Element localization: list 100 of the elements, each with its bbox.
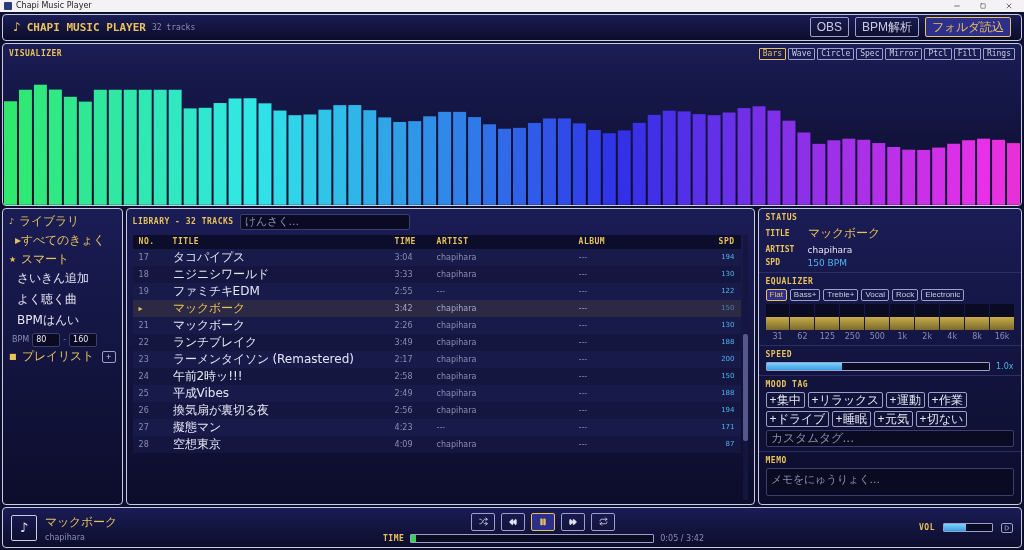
table-cell-text: 2:26 bbox=[394, 320, 414, 330]
bpm-min-field[interactable]: 80 bbox=[32, 332, 61, 347]
column-header: TITLE bbox=[172, 237, 201, 247]
add-playlist-button[interactable]: + bbox=[101, 350, 116, 363]
sidebar-item[interactable]: さいきん追加 bbox=[9, 269, 89, 288]
track-count: 32 tracks bbox=[151, 22, 197, 32]
table-cell-text: 26 bbox=[138, 405, 150, 415]
mood-tag-button[interactable]: +集中 bbox=[765, 391, 805, 408]
scrollbar[interactable] bbox=[742, 234, 748, 501]
mode-button[interactable]: Mirror bbox=[885, 47, 923, 60]
eq-band-slider[interactable] bbox=[815, 303, 840, 330]
sidebar-item[interactable]: ▸すべてのきょく bbox=[9, 231, 106, 250]
band-label: 4k bbox=[947, 331, 958, 341]
table-cell-text: 23 bbox=[138, 354, 150, 364]
table-cell-text: 平成Vibes bbox=[172, 384, 231, 402]
table-cell-text: 18 bbox=[138, 269, 150, 279]
next-button[interactable] bbox=[561, 512, 586, 531]
table-cell-text: マックボーク bbox=[172, 299, 246, 317]
previous-button[interactable] bbox=[501, 512, 526, 531]
sidebar-item[interactable]: BPMはんい bbox=[9, 311, 79, 330]
section-label: プレイリスト bbox=[21, 348, 95, 366]
window-title: Chapi Music Player bbox=[16, 1, 93, 11]
table-cell-text: 22 bbox=[138, 337, 150, 347]
eq-band-slider[interactable] bbox=[940, 303, 965, 330]
section-title: EQUALIZER bbox=[765, 276, 815, 286]
play-icon bbox=[1004, 524, 1010, 531]
eq-band-slider[interactable] bbox=[915, 303, 940, 330]
preset-button[interactable]: Rock bbox=[891, 288, 919, 301]
preset-button[interactable]: Treble+ bbox=[823, 288, 859, 301]
mode-button[interactable]: Ptcl bbox=[924, 47, 952, 60]
mood-tag-button[interactable]: +リラックス bbox=[807, 391, 883, 408]
repeat-icon bbox=[599, 517, 608, 527]
range-separator: - bbox=[63, 335, 67, 345]
volume-slider[interactable] bbox=[943, 523, 993, 533]
pause-button[interactable] bbox=[531, 512, 556, 531]
section-title: SPEED bbox=[765, 349, 794, 359]
eq-band-slider[interactable] bbox=[790, 303, 815, 330]
mode-button[interactable]: Bars bbox=[758, 47, 787, 60]
preset-button[interactable]: Bass+ bbox=[789, 288, 821, 301]
eq-band-slider[interactable] bbox=[890, 303, 915, 330]
mood-tag-button[interactable]: +運動 bbox=[885, 391, 925, 408]
column-header: NO. bbox=[138, 237, 156, 247]
mode-button[interactable]: Circle bbox=[817, 47, 855, 60]
header-button[interactable]: フォルダ読込 bbox=[925, 17, 1011, 38]
eq-band-slider[interactable] bbox=[865, 303, 890, 330]
table-cell-text: --- bbox=[578, 269, 589, 279]
table-cell-text: ニジニシワールド bbox=[172, 265, 270, 283]
table-cell-text: --- bbox=[578, 422, 589, 432]
table-cell-text: 3:49 bbox=[394, 337, 414, 347]
preset-button[interactable]: Vocal bbox=[861, 288, 889, 301]
table-cell-text: ファミチキEDM bbox=[172, 282, 261, 300]
table-cell-text: 3:33 bbox=[394, 269, 414, 279]
mood-tag-button[interactable]: +元気 bbox=[873, 410, 913, 427]
search-field[interactable]: けんさく... bbox=[239, 213, 410, 230]
panel-title: LIBRARY - 32 TRACKS bbox=[132, 217, 234, 227]
eq-band-slider[interactable] bbox=[765, 303, 790, 330]
close-icon[interactable] bbox=[1005, 1, 1013, 10]
pause-icon bbox=[539, 517, 548, 526]
field-label: ARTIST bbox=[765, 245, 796, 255]
mode-button[interactable]: Fill bbox=[953, 47, 981, 60]
mood-tag-button[interactable]: +作業 bbox=[927, 391, 967, 408]
table-cell-text: 19 bbox=[138, 286, 150, 296]
mood-tag-button[interactable]: +睡眠 bbox=[831, 410, 871, 427]
volume-button[interactable] bbox=[1001, 522, 1013, 533]
memo-field[interactable]: メモをにゅうりょく... bbox=[765, 467, 1014, 496]
speed-slider[interactable] bbox=[765, 361, 990, 371]
sidebar-item[interactable]: よく聴く曲 bbox=[9, 290, 77, 309]
custom-tag-field[interactable]: カスタムタグ... bbox=[765, 429, 1014, 447]
bpm-label: BPM bbox=[12, 335, 30, 345]
mode-button[interactable]: Rings bbox=[982, 47, 1015, 60]
section-title: MEMO bbox=[765, 455, 788, 465]
table-cell-text: 21 bbox=[138, 320, 150, 330]
now-playing-title: マックボーク bbox=[45, 513, 118, 531]
table-cell-text: 3:04 bbox=[394, 252, 414, 262]
progress-bar[interactable] bbox=[410, 533, 655, 543]
mood-tag-button[interactable]: +ドライブ bbox=[765, 410, 829, 427]
mode-button[interactable]: Wave bbox=[788, 47, 816, 60]
eq-band-slider[interactable] bbox=[840, 303, 865, 330]
mode-button[interactable]: Spec bbox=[856, 47, 884, 60]
band-label: 500 bbox=[869, 331, 885, 341]
preset-button[interactable]: Flat bbox=[765, 288, 787, 301]
section-title: MOOD TAG bbox=[765, 379, 810, 389]
table-cell-text: 換気扇が裏切る夜 bbox=[172, 401, 270, 419]
eq-band-slider[interactable] bbox=[990, 303, 1015, 330]
header-button[interactable]: BPM解析 bbox=[855, 17, 919, 38]
table-cell-text: 擬態マン bbox=[172, 418, 222, 436]
eq-band-slider[interactable] bbox=[965, 303, 990, 330]
shuffle-icon bbox=[479, 517, 488, 527]
mood-tag-button[interactable]: +切ない bbox=[915, 410, 967, 427]
preset-button[interactable]: Electronic bbox=[921, 288, 965, 301]
header-button[interactable]: OBS bbox=[809, 17, 849, 38]
shuffle-button[interactable] bbox=[471, 512, 496, 531]
band-label: 125 bbox=[819, 331, 836, 341]
table-cell-text: chapihara bbox=[436, 337, 478, 347]
repeat-button[interactable] bbox=[591, 512, 616, 531]
bpm-max-field[interactable]: 160 bbox=[69, 332, 98, 347]
table-cell-text: ラーメンタイソン (Remastered) bbox=[172, 350, 355, 368]
table-cell-text: 2:17 bbox=[394, 354, 414, 364]
band-label: 2k bbox=[922, 331, 933, 341]
table-cell-text: --- bbox=[578, 252, 589, 262]
